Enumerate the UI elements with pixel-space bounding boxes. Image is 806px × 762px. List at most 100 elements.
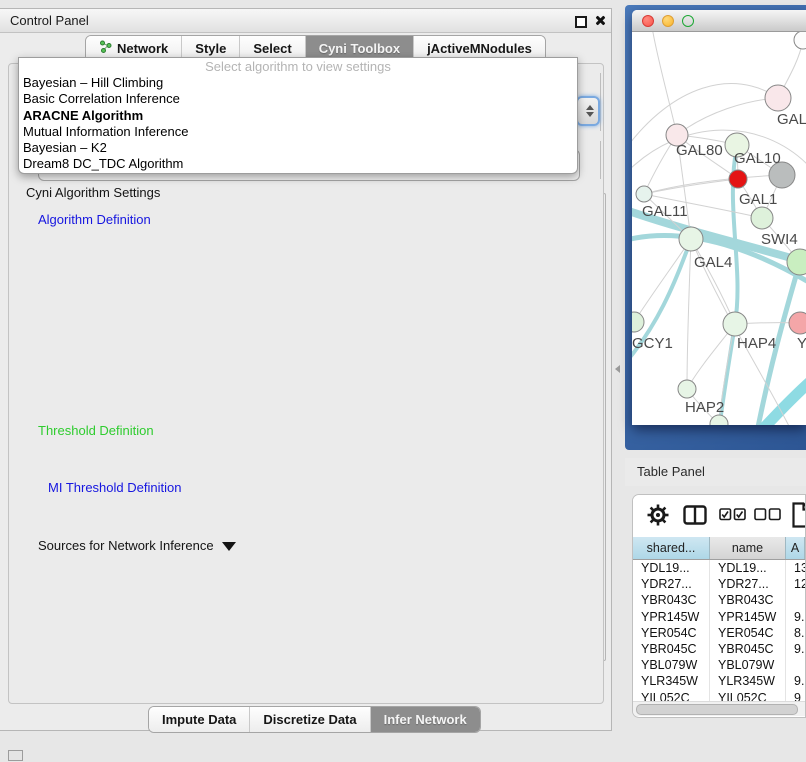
network-node-gal4[interactable] bbox=[679, 227, 703, 251]
network-node[interactable] bbox=[729, 170, 747, 188]
table-cell: YBR045C bbox=[710, 641, 786, 657]
table-body: YDL19...YDL19...13YDR27...YDR27...12YBR0… bbox=[633, 560, 805, 701]
table-row[interactable]: YPR145WYPR145W9. bbox=[633, 609, 805, 625]
new-document-icon[interactable] bbox=[792, 502, 806, 533]
table-row[interactable]: YBR043CYBR043C bbox=[633, 592, 805, 608]
bottom-tab-infer-network[interactable]: Infer Network bbox=[371, 707, 480, 732]
mi-threshold-definition-title: MI Threshold Definition bbox=[44, 480, 185, 495]
table-row[interactable]: YBR045CYBR045C9. bbox=[633, 641, 805, 657]
network-canvas[interactable]: GAL2GAL80GAL10GAL11GAL1GAL4SWI4GCY1HAP4Y… bbox=[632, 32, 806, 425]
table-cell: YBL079W bbox=[633, 657, 710, 673]
table-cell: YBL079W bbox=[710, 657, 786, 673]
table-cell: YBR043C bbox=[633, 592, 710, 608]
table-cell: YDL19... bbox=[710, 560, 786, 576]
table-cell: 9. bbox=[786, 609, 805, 625]
table-cell: YDR27... bbox=[710, 576, 786, 592]
dropdown-item-bayesian-k2[interactable]: Bayesian – K2 bbox=[19, 140, 577, 156]
table-cell: 13 bbox=[786, 560, 805, 576]
column-header-a[interactable]: A bbox=[786, 537, 805, 559]
table-cell: YDL19... bbox=[633, 560, 710, 576]
column-header-name[interactable]: name bbox=[710, 537, 786, 559]
float-window-icon[interactable] bbox=[575, 16, 587, 28]
table-cell: YPR145W bbox=[710, 609, 786, 625]
dropdown-placeholder: Select algorithm to view settings bbox=[19, 59, 577, 75]
network-node-gal1[interactable] bbox=[751, 207, 773, 229]
dropdown-item-dream8-dc-tdc-algorithm[interactable]: Dream8 DC_TDC Algorithm bbox=[19, 156, 577, 172]
table-cell: YLR345W bbox=[710, 673, 786, 689]
show-columns-icon[interactable] bbox=[683, 505, 707, 530]
node-label-gal4: GAL4 bbox=[694, 254, 732, 271]
dropdown-item-aracne-algorithm[interactable]: ARACNE Algorithm bbox=[19, 108, 577, 124]
dropdown-item-bayesian-hill-climbing[interactable]: Bayesian – Hill Climbing bbox=[19, 75, 577, 91]
table-cell: YER054C bbox=[710, 625, 786, 641]
table-header-row: shared...nameA bbox=[633, 537, 805, 560]
node-label-hap4: HAP4 bbox=[737, 335, 776, 352]
table-cell: YIL052C bbox=[710, 690, 786, 702]
table-row[interactable]: YBL079WYBL079W bbox=[633, 657, 805, 673]
table-row[interactable]: YDR27...YDR27...12 bbox=[633, 576, 805, 592]
network-node-hap2[interactable] bbox=[678, 380, 696, 398]
close-icon[interactable] bbox=[594, 15, 605, 26]
cyni-settings-group-title: Cyni Algorithm Settings bbox=[22, 185, 164, 200]
table-cell: YBR045C bbox=[633, 641, 710, 657]
zoom-traffic-light-icon[interactable] bbox=[682, 15, 694, 27]
splitter-collapse-icon[interactable] bbox=[615, 365, 620, 373]
node-label-gal10: GAL10 bbox=[734, 150, 781, 167]
network-node-gcy1[interactable] bbox=[632, 312, 644, 332]
network-graph: GAL2GAL80GAL10GAL11GAL1GAL4SWI4GCY1HAP4Y… bbox=[632, 32, 806, 425]
table-panel-titlebar[interactable]: Table Panel bbox=[625, 458, 806, 486]
cytoscape-desktop: GAL2GAL80GAL10GAL11GAL1GAL4SWI4GCY1HAP4Y… bbox=[625, 5, 806, 450]
table-row[interactable]: YIL052CYIL052C9 bbox=[633, 690, 805, 702]
table-cell: 8. bbox=[786, 625, 805, 641]
close-traffic-light-icon[interactable] bbox=[642, 15, 654, 27]
cyni-mode-tab-bar: Impute Data Discretize Data Infer Network bbox=[148, 706, 481, 733]
settings-gear-icon[interactable] bbox=[647, 504, 669, 531]
inference-group-border-peek bbox=[600, 73, 601, 131]
table-cell: YDR27... bbox=[633, 576, 710, 592]
network-node-gal2[interactable] bbox=[765, 85, 791, 111]
network-node-hap4[interactable] bbox=[723, 312, 747, 336]
sources-title-text: Sources for Network Inference bbox=[38, 538, 214, 553]
table-cell bbox=[786, 592, 805, 608]
application-root: Control Panel NetworkStyleSelectCyni Too… bbox=[0, 0, 806, 762]
bottom-tab-discretize-data[interactable]: Discretize Data bbox=[250, 707, 370, 732]
focused-combo-arrow-button[interactable] bbox=[576, 96, 600, 126]
node-label-gal1: GAL1 bbox=[739, 191, 777, 208]
minimized-panel-icon[interactable] bbox=[8, 750, 23, 761]
table-row[interactable]: YER054CYER054C8. bbox=[633, 625, 805, 641]
deselect-all-columns-icon[interactable] bbox=[754, 508, 781, 526]
network-edge bbox=[677, 98, 778, 135]
table-horizontal-scrollbar-thumb[interactable] bbox=[636, 704, 798, 715]
table-toolbar bbox=[633, 495, 805, 537]
network-node-y[interactable] bbox=[789, 312, 806, 334]
network-node-gal11[interactable] bbox=[636, 186, 652, 202]
network-edge bbox=[652, 32, 677, 135]
sources-group-title[interactable]: Sources for Network Inference bbox=[34, 538, 240, 553]
bottom-tab-discretize-data-label: Discretize Data bbox=[263, 707, 356, 732]
expander-down-icon bbox=[222, 542, 236, 551]
network-node[interactable] bbox=[794, 32, 806, 49]
table-row[interactable]: YLR345WYLR345W9. bbox=[633, 673, 805, 689]
column-header-shared[interactable]: shared... bbox=[633, 537, 710, 559]
table-row[interactable]: YDL19...YDL19...13 bbox=[633, 560, 805, 576]
network-view-window: GAL2GAL80GAL10GAL11GAL1GAL4SWI4GCY1HAP4Y… bbox=[632, 10, 806, 425]
network-node[interactable] bbox=[710, 415, 728, 425]
table-horizontal-scrollbar[interactable] bbox=[633, 701, 805, 716]
table-cell: 9. bbox=[786, 641, 805, 657]
table-cell bbox=[786, 657, 805, 673]
select-all-columns-icon[interactable] bbox=[719, 508, 746, 526]
bottom-tab-infer-network-label: Infer Network bbox=[384, 707, 467, 732]
table-cell: YIL052C bbox=[633, 690, 710, 702]
control-panel-window: Control Panel NetworkStyleSelectCyni Too… bbox=[0, 8, 612, 731]
dropdown-item-mutual-information-inference[interactable]: Mutual Information Inference bbox=[19, 124, 577, 140]
table-cell: YER054C bbox=[633, 625, 710, 641]
control-panel-titlebar[interactable]: Control Panel bbox=[0, 9, 611, 33]
dropdown-item-basic-correlation-inference[interactable]: Basic Correlation Inference bbox=[19, 91, 577, 107]
minimize-traffic-light-icon[interactable] bbox=[662, 15, 674, 27]
table-cell: 12 bbox=[786, 576, 805, 592]
network-window-titlebar[interactable] bbox=[632, 10, 806, 32]
threshold-definition-title: Threshold Definition bbox=[34, 423, 158, 438]
table-cell: 9 bbox=[786, 690, 805, 702]
dropdown-item-list: Bayesian – Hill ClimbingBasic Correlatio… bbox=[19, 75, 577, 173]
bottom-tab-impute-data[interactable]: Impute Data bbox=[149, 707, 250, 732]
